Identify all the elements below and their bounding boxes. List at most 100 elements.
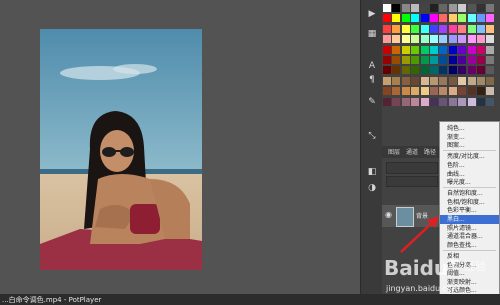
color-swatch[interactable] (439, 56, 448, 64)
brush-icon[interactable]: ✎ (365, 96, 379, 108)
transform-icon[interactable]: ⤡ (365, 130, 379, 142)
color-swatch[interactable] (430, 4, 438, 12)
color-swatch[interactable] (383, 14, 391, 23)
color-swatch[interactable] (392, 45, 401, 54)
color-swatch[interactable] (439, 35, 448, 44)
color-swatch[interactable] (392, 35, 401, 44)
color-swatch[interactable] (420, 76, 429, 85)
document-canvas[interactable] (0, 0, 360, 294)
color-swatch[interactable] (458, 56, 467, 64)
adjustments-icon[interactable]: ◑ (365, 182, 379, 194)
color-swatch[interactable] (383, 66, 391, 75)
color-swatch[interactable] (439, 76, 448, 85)
color-swatch[interactable] (458, 97, 467, 106)
menu-item[interactable]: 曝光度... (440, 178, 499, 187)
color-swatch[interactable] (467, 56, 476, 64)
color-swatch[interactable] (430, 14, 438, 23)
tab-layers[interactable]: 图层 (388, 147, 400, 156)
color-swatch[interactable] (448, 4, 457, 12)
gradient-icon[interactable]: ▦ (365, 28, 379, 40)
color-swatch[interactable] (477, 56, 485, 64)
color-swatch[interactable] (439, 87, 448, 96)
color-swatch[interactable] (486, 97, 495, 106)
color-swatch[interactable] (392, 24, 401, 33)
color-swatch[interactable] (477, 87, 485, 96)
color-swatch[interactable] (477, 97, 485, 106)
color-swatch[interactable] (411, 24, 420, 33)
color-swatch[interactable] (430, 45, 438, 54)
color-swatch[interactable] (439, 24, 448, 33)
color-swatch[interactable] (486, 14, 495, 23)
color-swatch[interactable] (401, 4, 410, 12)
color-swatch[interactable] (392, 87, 401, 96)
color-swatch[interactable] (430, 56, 438, 64)
color-swatch[interactable] (420, 4, 429, 12)
color-swatch[interactable] (401, 14, 410, 23)
color-swatch[interactable] (439, 4, 448, 12)
color-swatch[interactable] (448, 76, 457, 85)
character-icon[interactable]: A (365, 60, 379, 72)
color-swatch[interactable] (392, 4, 401, 12)
color-swatch[interactable] (383, 4, 391, 12)
color-swatch[interactable] (467, 4, 476, 12)
color-swatch[interactable] (458, 45, 467, 54)
color-swatch[interactable] (411, 35, 420, 44)
color-swatch[interactable] (448, 56, 457, 64)
color-swatch[interactable] (467, 45, 476, 54)
color-swatch[interactable] (401, 76, 410, 85)
color-swatch[interactable] (439, 97, 448, 106)
menu-item[interactable]: 图案... (440, 141, 499, 150)
color-swatch[interactable] (458, 4, 467, 12)
color-swatch[interactable] (467, 35, 476, 44)
color-swatch[interactable] (401, 35, 410, 44)
color-swatch[interactable] (383, 35, 391, 44)
blend-mode-select[interactable] (386, 176, 438, 187)
color-swatch[interactable] (477, 35, 485, 44)
color-swatch[interactable] (467, 97, 476, 106)
color-swatch[interactable] (448, 97, 457, 106)
color-swatch[interactable] (383, 45, 391, 54)
color-swatch[interactable] (420, 56, 429, 64)
color-swatch[interactable] (420, 45, 429, 54)
color-swatch[interactable] (486, 35, 495, 44)
color-swatch[interactable] (458, 24, 467, 33)
color-swatch[interactable] (392, 66, 401, 75)
color-swatch[interactable] (477, 4, 485, 12)
color-swatch[interactable] (458, 66, 467, 75)
color-swatch[interactable] (401, 24, 410, 33)
color-swatch[interactable] (467, 14, 476, 23)
layer-filter-bar[interactable] (386, 162, 438, 174)
color-swatch[interactable] (401, 56, 410, 64)
tab-paths[interactable]: 路径 (424, 147, 436, 156)
color-swatch[interactable] (383, 87, 391, 96)
tab-channels[interactable]: 通道 (406, 147, 418, 156)
color-swatch[interactable] (430, 97, 438, 106)
color-swatch[interactable] (439, 66, 448, 75)
color-swatch[interactable] (430, 66, 438, 75)
swatches-panel[interactable] (383, 4, 496, 109)
color-swatch[interactable] (477, 45, 485, 54)
color-swatch[interactable] (458, 76, 467, 85)
color-swatch[interactable] (411, 4, 420, 12)
color-swatch[interactable] (467, 24, 476, 33)
color-swatch[interactable] (467, 76, 476, 85)
color-swatch[interactable] (420, 14, 429, 23)
color-swatch[interactable] (458, 14, 467, 23)
color-swatch[interactable] (477, 14, 485, 23)
color-swatch[interactable] (392, 14, 401, 23)
color-swatch[interactable] (392, 97, 401, 106)
color-swatch[interactable] (401, 45, 410, 54)
color-swatch[interactable] (392, 76, 401, 85)
color-swatch[interactable] (392, 56, 401, 64)
layers-icon[interactable]: ◧ (365, 166, 379, 178)
color-swatch[interactable] (467, 87, 476, 96)
color-swatch[interactable] (411, 97, 420, 106)
color-swatch[interactable] (401, 66, 410, 75)
color-swatch[interactable] (430, 24, 438, 33)
color-swatch[interactable] (486, 45, 495, 54)
paragraph-icon[interactable]: ¶ (365, 74, 379, 86)
color-swatch[interactable] (458, 35, 467, 44)
color-swatch[interactable] (420, 97, 429, 106)
color-swatch[interactable] (486, 76, 495, 85)
color-swatch[interactable] (411, 87, 420, 96)
